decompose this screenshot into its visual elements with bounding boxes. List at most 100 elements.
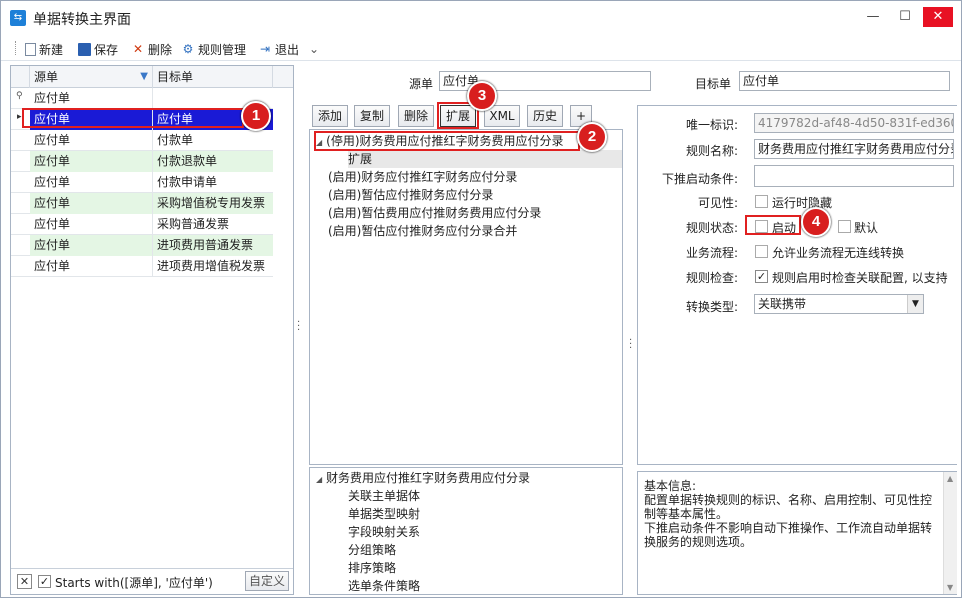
copy-rule-button[interactable]: 复制 xyxy=(354,105,390,127)
table-row[interactable]: 应付单 付款退款单 xyxy=(11,151,273,172)
rule-node[interactable]: (启用)暂估费用应付推财务费用应付分录 xyxy=(328,204,541,222)
cell-source[interactable]: 应付单 xyxy=(30,172,153,193)
flow-checkbox[interactable] xyxy=(755,245,768,258)
rule-manage-button[interactable]: ⚙ 规则管理 xyxy=(181,40,246,58)
detail-root-label: 财务费用应付推红字财务费用应付分录 xyxy=(325,471,530,485)
main-window: ⇆ 单据转换主界面 — ☐ ✕ 新建 保存 ✕ 删除 ⚙ 规则管理 ⇥ 退出 ⌄ xyxy=(0,0,962,598)
mapping-grid: 源单 ▼ 目标单 ⚲ 应付单 ▸ 应付单 应付单 应付单 付款单 应付单 付款退款单 应付单付… xyxy=(10,65,294,595)
rule-node-label: 扩展 xyxy=(348,152,373,166)
cell-target[interactable]: 付款申请单 xyxy=(153,172,273,193)
push-condition-label: 下推启动条件: xyxy=(662,172,739,186)
history-button[interactable]: 历史 xyxy=(527,105,563,127)
scroll-up-icon[interactable]: ▲ xyxy=(947,474,953,483)
toolbar: 新建 保存 ✕ 删除 ⚙ 规则管理 ⇥ 退出 ⌄ xyxy=(1,35,961,61)
delete-label: 删除 xyxy=(148,42,173,57)
new-file-icon xyxy=(25,42,36,56)
cell-source[interactable]: 应付单 xyxy=(30,151,153,172)
cell-target[interactable]: 进项费用增值税发票 xyxy=(153,256,273,277)
rule-status-label: 规则状态: xyxy=(686,221,739,235)
rule-check-checkbox[interactable]: ✓ xyxy=(755,270,768,283)
info-panel: 基本信息: 配置单据转换规则的标识、名称、启用控制、可见性控 制等基本属性。 下… xyxy=(637,471,957,595)
custom-filter-button[interactable]: 自定义 xyxy=(245,571,289,591)
info-scrollbar[interactable]: ▲ ▼ xyxy=(943,472,957,594)
filter-text: Starts with([源单], '应付单') xyxy=(55,576,213,590)
splitter-right-grip[interactable]: · · · xyxy=(629,336,633,354)
rules-label: 规则管理 xyxy=(198,42,247,57)
table-row[interactable]: 应付单 采购增值税专用发票 xyxy=(11,193,273,214)
badge-3: 3 xyxy=(467,81,497,111)
detail-root-node[interactable]: ◢ 财务费用应付推红字财务费用应付分录 xyxy=(316,469,530,487)
rule-node[interactable]: (启用)暂估应付推财务应付分录合并 xyxy=(328,222,517,240)
exit-button[interactable]: ⇥ 退出 xyxy=(258,40,299,58)
hide-runtime-checkbox[interactable] xyxy=(755,195,768,208)
rule-check-option-label: 规则启用时检查关联配置, 以支持 xyxy=(772,271,948,285)
table-row[interactable]: 应付单 进项费用增值税发票 xyxy=(11,256,273,277)
rule-node[interactable]: (启用)暂估应付推财务应付分录 xyxy=(328,186,493,204)
close-button[interactable]: ✕ xyxy=(923,7,953,27)
collapse-arrow-icon: ◢ xyxy=(316,475,323,484)
cell-target[interactable]: 采购普通发票 xyxy=(153,214,273,235)
save-icon xyxy=(78,42,91,56)
detail-child-node[interactable]: 字段映射关系 xyxy=(348,523,420,541)
cell-target[interactable]: 付款退款单 xyxy=(153,151,273,172)
rule-node-label: (启用)暂估费用应付推财务费用应付分录 xyxy=(328,206,542,220)
detail-child-node[interactable]: 排序策略 xyxy=(348,559,396,577)
delete-button[interactable]: ✕ 删除 xyxy=(131,40,172,58)
flow-label: 业务流程: xyxy=(686,246,739,260)
rule-name-field[interactable]: 财务费用应付推红字财务费用应付分录 xyxy=(754,139,954,159)
table-row[interactable]: 应付单 付款单 xyxy=(11,130,273,151)
cell-source[interactable]: 应付单 xyxy=(30,235,153,256)
toolbar-grip[interactable] xyxy=(15,41,17,55)
filter-enable-checkbox[interactable]: ✓ xyxy=(38,575,51,588)
target-field[interactable]: 应付单 xyxy=(739,71,950,91)
delete-rule-button[interactable]: 删除 xyxy=(398,105,434,127)
dropdown-arrow-icon[interactable]: ▼ xyxy=(907,295,923,313)
source-label: 源单 xyxy=(409,77,434,91)
minimize-button[interactable]: — xyxy=(859,7,887,27)
cell-source[interactable]: 应付单 xyxy=(30,193,153,214)
toolbar-overflow-icon[interactable]: ⌄ xyxy=(309,40,319,58)
cell-source[interactable]: 应付单 xyxy=(30,256,153,277)
clear-filter-icon[interactable]: ✕ xyxy=(17,574,32,589)
convert-type-select[interactable]: 关联携带 ▼ xyxy=(754,294,924,314)
detail-child-node[interactable]: 选单条件策略 xyxy=(348,577,420,595)
push-condition-field[interactable] xyxy=(754,165,954,187)
col-target-header[interactable]: 目标单 xyxy=(153,66,273,88)
cell-target[interactable]: 付款单 xyxy=(153,130,273,151)
cell-target[interactable]: 采购增值税专用发票 xyxy=(153,193,273,214)
col-target-label: 目标单 xyxy=(157,70,194,84)
exit-icon: ⇥ xyxy=(259,42,271,56)
splitter-left-grip[interactable]: · · · xyxy=(297,318,301,336)
cell-source[interactable]: 应付单 xyxy=(30,214,153,235)
save-button[interactable]: 保存 xyxy=(78,40,118,58)
table-row[interactable]: 应付单 采购普通发票 xyxy=(11,214,273,235)
window-title: 单据转换主界面 xyxy=(33,12,131,28)
new-label: 新建 xyxy=(39,42,64,57)
table-row[interactable]: 应付单 进项费用普通发票 xyxy=(11,235,273,256)
badge-4: 4 xyxy=(801,207,831,237)
default-checkbox[interactable] xyxy=(838,220,851,233)
properties-panel: 唯一标识: 4179782d-af48-4d50-831f-ed3607e 规则… xyxy=(637,105,957,465)
filter-bar: ✕ ✓ Starts with([源单], '应付单') 自定义 xyxy=(11,568,293,594)
rule-child-node[interactable]: 扩展 xyxy=(348,150,622,168)
cell-source[interactable]: 应付单 xyxy=(30,130,153,151)
scroll-down-icon[interactable]: ▼ xyxy=(947,583,953,592)
table-row[interactable]: 应付单 付款申请单 xyxy=(11,172,273,193)
maximize-button[interactable]: ☐ xyxy=(891,7,919,27)
filter-cell-source[interactable]: 应付单 xyxy=(30,88,153,109)
cell-target[interactable]: 进项费用普通发票 xyxy=(153,235,273,256)
grid-indicator-header xyxy=(11,66,30,88)
rule-node-label: (启用)暂估应付推财务应付分录合并 xyxy=(328,224,518,238)
add-rule-button[interactable]: 添加 xyxy=(312,105,348,127)
badge-2: 2 xyxy=(577,122,607,152)
col-source-header[interactable]: 源单 ▼ xyxy=(30,66,153,88)
detail-child-node[interactable]: 单据类型映射 xyxy=(348,505,420,523)
rule-node[interactable]: (启用)财务应付推红字财务应付分录 xyxy=(328,168,517,186)
new-button[interactable]: 新建 xyxy=(25,40,63,58)
filter-row[interactable]: ⚲ 应付单 xyxy=(11,88,273,109)
uid-field[interactable]: 4179782d-af48-4d50-831f-ed3607e xyxy=(754,113,954,133)
target-label: 目标单 xyxy=(695,77,732,91)
filter-funnel-icon[interactable]: ▼ xyxy=(140,66,148,88)
detail-child-node[interactable]: 分组策略 xyxy=(348,541,396,559)
detail-child-node[interactable]: 关联主单据体 xyxy=(348,487,420,505)
